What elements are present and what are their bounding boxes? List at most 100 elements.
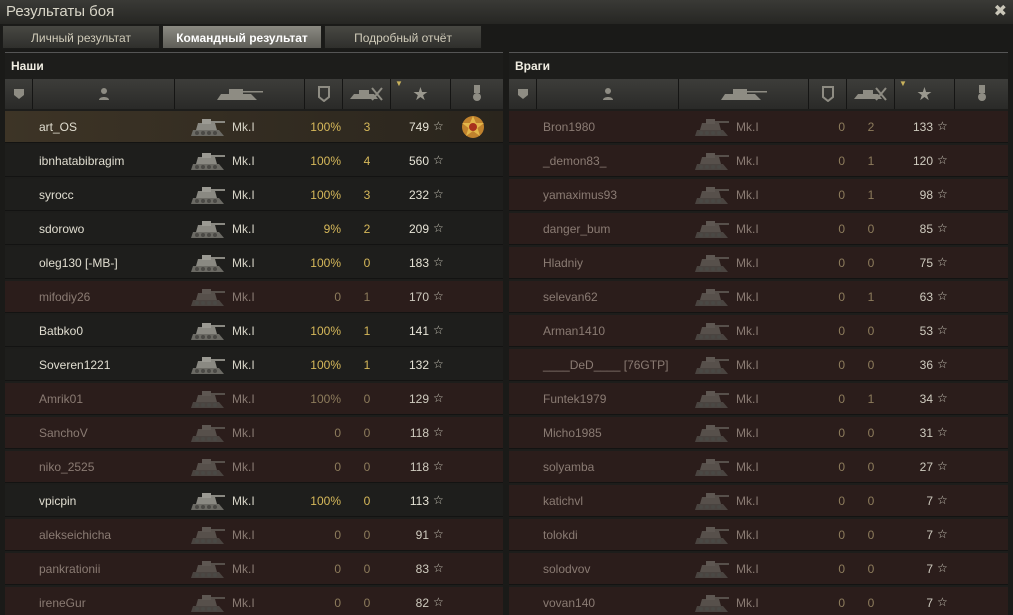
tank-icon (189, 251, 227, 275)
tab-personal-result[interactable]: Личный результат (2, 25, 160, 49)
tank-column-header[interactable] (679, 79, 809, 109)
survival-value: 100% (310, 358, 341, 372)
tank-icon (693, 523, 731, 547)
rank-column-header[interactable] (5, 79, 33, 109)
table-row[interactable]: alekseichicha Mk.I 0 0 91 ☆ (5, 519, 503, 551)
table-row[interactable]: pankrationii Mk.I 0 0 83 ☆ (5, 553, 503, 585)
table-row[interactable]: danger_bum Mk.I 0 0 85 ☆ (509, 213, 1008, 245)
survival-value: 0 (838, 562, 845, 576)
table-row[interactable]: ____DeD____ [76GTP] Mk.I 0 0 36 ☆ (509, 349, 1008, 381)
player-name: alekseichicha (39, 528, 112, 542)
player-name: _demon83_ (543, 154, 607, 168)
player-column-header[interactable] (33, 79, 175, 109)
experience-value: 560 (408, 154, 429, 168)
allies-header: ▼ ★ (5, 79, 503, 109)
player-name: Hladniy (543, 256, 584, 270)
tank-name: Mk.I (232, 460, 255, 474)
survival-value: 9% (323, 222, 341, 236)
player-name: art_OS (39, 120, 78, 134)
table-row[interactable]: vovan140 Mk.I 0 0 7 ☆ (509, 587, 1008, 615)
experience-value: 183 (408, 256, 429, 270)
experience-value: 132 (408, 358, 429, 372)
table-row[interactable]: Bron1980 Mk.I 0 2 133 ☆ (509, 111, 1008, 143)
tank-name: Mk.I (736, 290, 759, 304)
table-row[interactable]: mifodiy26 Mk.I 0 1 170 ☆ (5, 281, 503, 313)
experience-value: 91 (415, 528, 429, 542)
table-row[interactable]: yamaximus93 Mk.I 0 1 98 ☆ (509, 179, 1008, 211)
table-row[interactable]: ibnhatabibragim Mk.I 100% 4 560 ☆ (5, 145, 503, 177)
survival-value: 0 (838, 120, 845, 134)
experience-value: 7 (926, 562, 933, 576)
kills-value: 0 (867, 324, 875, 338)
table-row[interactable]: Hladniy Mk.I 0 0 75 ☆ (509, 247, 1008, 279)
experience-value: 118 (409, 460, 429, 474)
rank-column-header[interactable] (509, 79, 537, 109)
experience-value: 133 (912, 120, 933, 134)
table-row[interactable]: Amrik01 Mk.I 100% 0 129 ☆ (5, 383, 503, 415)
medal-icon[interactable] (460, 114, 486, 140)
table-row[interactable]: vpicpin Mk.I 100% 0 113 ☆ (5, 485, 503, 517)
table-row[interactable]: Micho1985 Mk.I 0 0 31 ☆ (509, 417, 1008, 449)
experience-icon: ★ (916, 83, 933, 104)
tab-team-result[interactable]: Командный результат (162, 25, 322, 49)
table-row[interactable]: Batbko0 Mk.I 100% 1 141 ☆ (5, 315, 503, 347)
survival-column-header[interactable] (305, 79, 343, 109)
experience-value: 141 (408, 324, 429, 338)
tab-detailed-report[interactable]: Подробный отчёт (324, 25, 482, 49)
table-row[interactable]: oleg130 [-MB-] Mk.I 100% 0 183 ☆ (5, 247, 503, 279)
player-name: danger_bum (543, 222, 611, 236)
table-row[interactable]: ireneGur Mk.I 0 0 82 ☆ (5, 587, 503, 615)
survival-column-header[interactable] (809, 79, 847, 109)
star-icon: ☆ (433, 289, 444, 303)
experience-column-header[interactable]: ▼ ★ (895, 79, 955, 109)
table-row[interactable]: selevan62 Mk.I 0 1 63 ☆ (509, 281, 1008, 313)
tank-name: Mk.I (232, 494, 255, 508)
star-icon: ☆ (433, 527, 444, 541)
tank-name: Mk.I (232, 358, 255, 372)
table-row[interactable]: art_OS Mk.I 100% 3 749 ☆ (5, 111, 503, 143)
tank-name: Mk.I (736, 392, 759, 406)
player-name: vovan140 (543, 596, 596, 610)
tank-icon (693, 115, 731, 139)
table-row[interactable]: sdorowo Mk.I 9% 2 209 ☆ (5, 213, 503, 245)
frags-column-header[interactable] (847, 79, 895, 109)
table-row[interactable]: SanchoV Mk.I 0 0 118 ☆ (5, 417, 503, 449)
player-name: ireneGur (39, 596, 86, 610)
player-name: pankrationii (39, 562, 101, 576)
tank-column-header[interactable] (175, 79, 305, 109)
table-row[interactable]: Arman1410 Mk.I 0 0 53 ☆ (509, 315, 1008, 347)
tank-name: Mk.I (736, 324, 759, 338)
table-row[interactable]: katichvl Mk.I 0 0 7 ☆ (509, 485, 1008, 517)
player-name: SanchoV (39, 426, 88, 440)
experience-column-header[interactable]: ▼ ★ (391, 79, 451, 109)
table-row[interactable]: Soveren1221 Mk.I 100% 1 132 ☆ (5, 349, 503, 381)
tank-name: Mk.I (232, 188, 255, 202)
enemies-panel: Враги ▼ ★ Bron1980 Mk.I 0 2 133 ☆ _demon83_ Mk.I… (509, 52, 1008, 615)
medal-column-header[interactable] (955, 79, 1008, 109)
survival-value: 0 (334, 528, 341, 542)
star-icon: ☆ (937, 493, 948, 507)
kills-value: 0 (867, 256, 875, 270)
survival-value: 0 (838, 494, 845, 508)
kills-value: 0 (867, 528, 875, 542)
medal-icon (473, 85, 481, 101)
table-row[interactable]: niko_2525 Mk.I 0 0 118 ☆ (5, 451, 503, 483)
table-row[interactable]: _demon83_ Mk.I 0 1 120 ☆ (509, 145, 1008, 177)
table-row[interactable]: solodvov Mk.I 0 0 7 ☆ (509, 553, 1008, 585)
survival-value: 0 (838, 222, 845, 236)
frags-column-header[interactable] (343, 79, 391, 109)
tank-icon (189, 455, 227, 479)
medal-column-header[interactable] (451, 79, 503, 109)
table-row[interactable]: Funtek1979 Mk.I 0 1 34 ☆ (509, 383, 1008, 415)
experience-value: 82 (415, 596, 429, 610)
table-row[interactable]: tolokdi Mk.I 0 0 7 ☆ (509, 519, 1008, 551)
experience-value: 170 (408, 290, 429, 304)
close-icon[interactable]: ✖ (994, 1, 1007, 21)
table-row[interactable]: solyamba Mk.I 0 0 27 ☆ (509, 451, 1008, 483)
rank-icon (13, 89, 24, 99)
player-name: Amrik01 (39, 392, 84, 406)
player-column-header[interactable] (537, 79, 679, 109)
star-icon: ☆ (433, 255, 444, 269)
table-row[interactable]: syrocc Mk.I 100% 3 232 ☆ (5, 179, 503, 211)
tank-name: Mk.I (232, 596, 255, 610)
